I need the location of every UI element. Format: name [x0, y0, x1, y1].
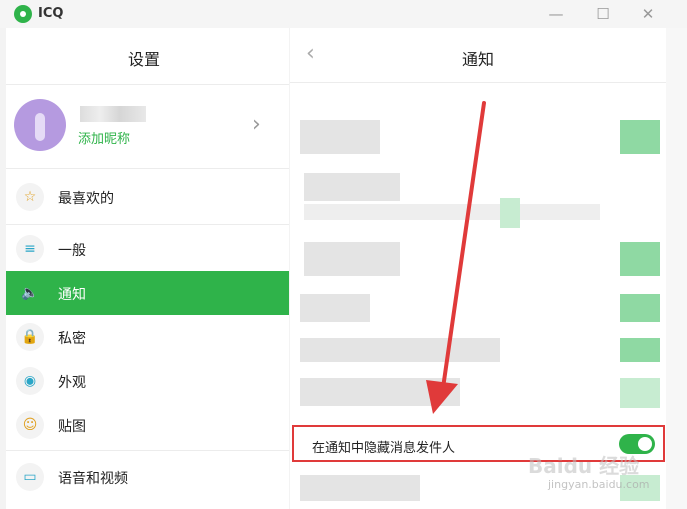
- profile-name-redacted: [80, 106, 146, 122]
- sidebar-item-label: 贴图: [58, 419, 86, 435]
- watermark-url: jingyan.baidu.com: [548, 478, 650, 491]
- sidebar-item-notifications[interactable]: 🔈 通知: [6, 271, 289, 315]
- sidebar-item-appearance[interactable]: ◉ 外观: [6, 359, 289, 403]
- toggle-knob: [638, 437, 652, 451]
- sidebar-item-label: 最喜欢的: [58, 191, 114, 207]
- minimize-button[interactable]: —: [543, 2, 569, 26]
- sliders-icon: ≡: [16, 235, 44, 263]
- app-name: ICQ: [38, 6, 64, 21]
- lock-icon: 🔒: [16, 323, 44, 351]
- sidebar-item-favorites[interactable]: ☆ 最喜欢的: [6, 175, 289, 219]
- icq-logo-icon: [14, 5, 32, 23]
- palette-icon: ◉: [16, 367, 44, 395]
- sidebar-item-label: 语音和视频: [58, 471, 128, 487]
- watermark: Baidu 经验: [528, 454, 640, 478]
- speaker-icon: 🔈: [21, 285, 39, 301]
- sidebar-item-privacy[interactable]: 🔒 私密: [6, 315, 289, 359]
- divider: [6, 84, 289, 85]
- star-icon: ☆: [16, 183, 44, 211]
- smiley-icon: ☺: [16, 411, 44, 439]
- divider: [290, 82, 666, 83]
- add-nickname-link[interactable]: 添加昵称: [78, 128, 130, 147]
- divider: [6, 224, 289, 225]
- sidebar-item-label: 私密: [58, 331, 86, 347]
- divider: [6, 450, 289, 451]
- avatar[interactable]: [14, 99, 66, 151]
- sidebar-item-label: 外观: [58, 375, 86, 391]
- chevron-right-icon[interactable]: ›: [252, 112, 261, 137]
- camera-icon: ▭: [16, 463, 44, 491]
- sidebar-item-general[interactable]: ≡ 一般: [6, 227, 289, 271]
- back-arrow-icon[interactable]: ‹: [306, 42, 326, 66]
- settings-sidebar: 设置 添加昵称 › ☆ 最喜欢的 ≡ 一般 🔈 通知 🔒 私密 ◉ 外观 ☺ 贴…: [6, 28, 289, 509]
- title-bar: ICQ — ☐ ✕: [0, 0, 687, 28]
- hide-sender-label: 在通知中隐藏消息发件人: [312, 441, 456, 456]
- sidebar-item-audio-video[interactable]: ▭ 语音和视频: [6, 455, 289, 499]
- maximize-button[interactable]: ☐: [590, 2, 616, 26]
- notifications-panel: ‹ 通知 在通知中隐藏消息发件人: [290, 28, 666, 509]
- sidebar-item-label: 通知: [58, 287, 86, 303]
- sidebar-item-label: 一般: [58, 243, 86, 259]
- close-button[interactable]: ✕: [635, 2, 661, 26]
- settings-title: 设置: [128, 50, 161, 69]
- sidebar-item-stickers[interactable]: ☺ 贴图: [6, 403, 289, 447]
- divider: [6, 168, 289, 169]
- window-edge: [666, 28, 687, 509]
- notifications-title: 通知: [462, 50, 495, 69]
